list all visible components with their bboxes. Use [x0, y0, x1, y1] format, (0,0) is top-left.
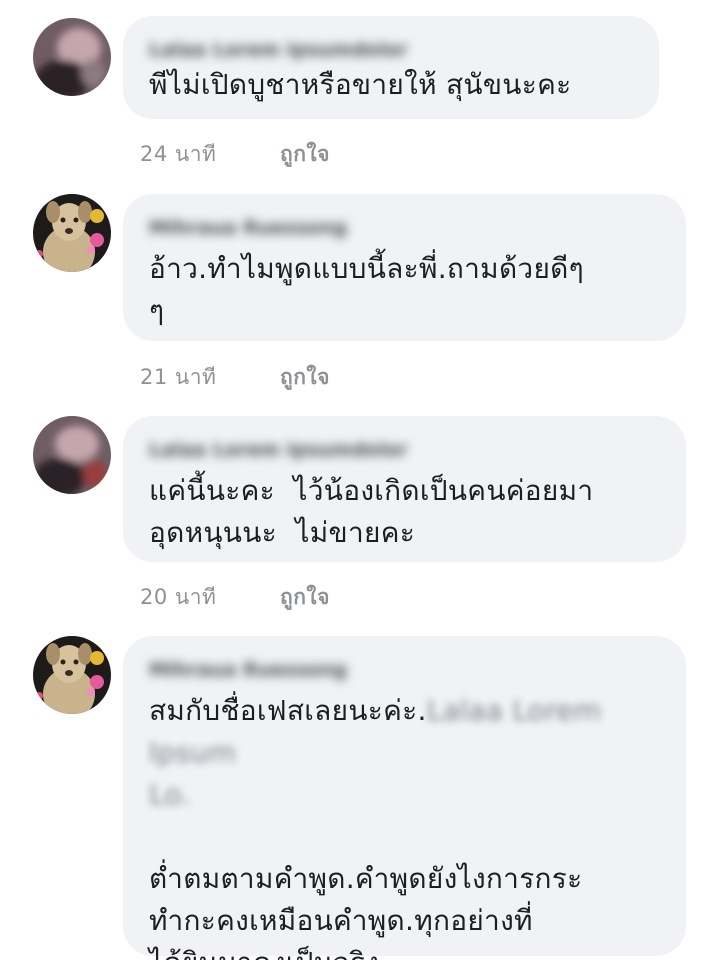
comment-timestamp[interactable]: 24 นาที — [140, 138, 280, 171]
comment-bubble: Mihraua Ruessong อ้าว.ทำไมพูดแบบนี้ละพี่… — [123, 194, 686, 341]
comment-text: พีไม่เปิดบูชาหรือขายให้ สุนัขนะคะ — [149, 68, 572, 101]
dog-avatar-icon — [33, 636, 111, 714]
avatar[interactable] — [33, 416, 111, 494]
like-button[interactable]: ถูกใจ — [280, 365, 330, 389]
comment-timestamp[interactable]: 21 นาที — [140, 361, 280, 394]
avatar[interactable] — [33, 636, 111, 714]
avatar[interactable] — [33, 18, 111, 96]
comment-bubble: Mihraua Ruessong สมกับชื่อเฟสเลยนะค่ะ.La… — [123, 636, 686, 960]
comment-text: แค่นี้นะคะ ไว้น้องเกิดเป็นคนค่อยมา อุดหน… — [149, 474, 594, 549]
comment-bubble: Lalaa Lorem Ipsumdolor แค่นี้นะคะ ไว้น้อ… — [123, 416, 686, 562]
comment-author-name[interactable]: Mihraua Ruessong — [149, 658, 424, 682]
comment-text-rest: ต่ำตมตามคำพูด.คำพูดยังไงการกระ ทำกะคงเหม… — [149, 862, 583, 960]
comment-text-lead: สมกับชื่อเฟสเลยนะค่ะ. — [149, 694, 427, 727]
comment-author-name[interactable]: Mihraua Ruessong — [149, 216, 414, 240]
comment-author-name[interactable]: Lalaa Lorem Ipsumdolor — [149, 38, 407, 62]
comment-meta: 21 นาที ถูกใจ — [140, 361, 330, 394]
dog-avatar-icon — [33, 194, 111, 272]
like-button[interactable]: ถูกใจ — [280, 585, 330, 609]
blurred-mention-continued: Lo. — [149, 778, 191, 811]
avatar[interactable] — [33, 194, 111, 272]
blurred-avatar-icon — [33, 416, 111, 494]
comment-meta: 24 นาที ถูกใจ — [140, 138, 330, 171]
blurred-avatar-icon — [33, 18, 111, 96]
like-button[interactable]: ถูกใจ — [280, 142, 330, 166]
comment-text: สมกับชื่อเฟสเลยนะค่ะ.Lalaa Lorem Ipsum L… — [149, 690, 660, 960]
comment-author-name[interactable]: Lalaa Lorem Ipsumdolor — [149, 438, 419, 462]
comment-text: อ้าว.ทำไมพูดแบบนี้ละพี่.ถามด้วยดีๆ ๆ — [149, 252, 584, 327]
comment-thread: Lalaa Lorem Ipsumdolor พีไม่เปิดบูชาหรือ… — [0, 0, 718, 960]
comment-meta: 20 นาที ถูกใจ — [140, 581, 330, 614]
comment-timestamp[interactable]: 20 นาที — [140, 581, 280, 614]
comment-bubble: Lalaa Lorem Ipsumdolor พีไม่เปิดบูชาหรือ… — [123, 16, 659, 119]
